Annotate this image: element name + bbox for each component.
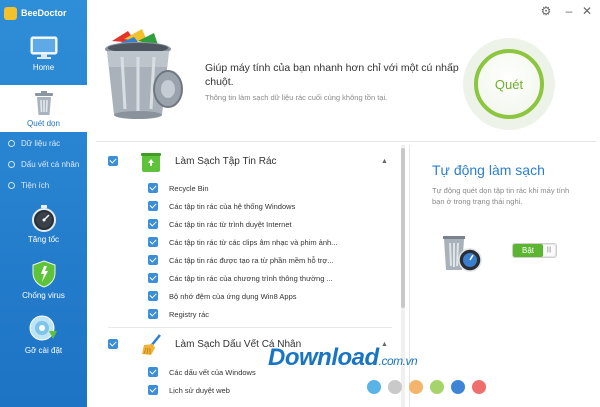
collapse-chevron-icon[interactable]: ▲ [381, 158, 388, 165]
scrollbar-thumb[interactable] [401, 148, 405, 308]
item-checkbox[interactable] [148, 273, 158, 283]
item-label: Lịch sử duyệt web [169, 385, 230, 395]
trash-bin-icon [105, 29, 183, 119]
auto-clean-description: Tự động quét dọn tập tin rác khi máy tín… [432, 186, 570, 206]
auto-clean-title: Tự động làm sạch [432, 162, 545, 178]
list-item[interactable]: Các tập tin rác của hệ thống Windows [148, 197, 295, 215]
section-divider [108, 327, 392, 328]
watermark-text: Download [268, 344, 379, 371]
sidebar-subitem-label: Tiện ích [21, 181, 50, 190]
section-checkbox[interactable] [108, 156, 118, 166]
section-title: Làm Sạch Tập Tin Rác [175, 155, 277, 167]
sidebar-subitem-label: Dấu vết cá nhân [21, 160, 80, 169]
header-divider [96, 141, 596, 142]
dot [430, 380, 444, 394]
item-checkbox[interactable] [148, 201, 158, 211]
sidebar: BeeDoctor Home Quét dọn Dữ liệu rác Dấu … [0, 0, 92, 407]
sidebar-item-speedup[interactable]: Tăng tốc [0, 204, 87, 250]
scan-button[interactable]: Quét [474, 49, 544, 119]
disc-remove-icon [29, 315, 57, 341]
dot [451, 380, 465, 394]
item-checkbox[interactable] [148, 237, 158, 247]
auto-clean-illustration [440, 230, 485, 275]
list-item[interactable]: Các tập tin rác được tạo ra từ phần mềm … [148, 251, 334, 269]
trash-bin-illustration [98, 27, 188, 122]
bee-logo-icon [4, 6, 17, 20]
item-checkbox[interactable] [148, 291, 158, 301]
item-label: Các dấu vết của Windows [169, 367, 256, 377]
trash-timer-icon [443, 236, 482, 272]
headline: Giúp máy tính của bạn nhanh hơn chỉ với … [205, 62, 459, 88]
trash-icon [34, 91, 53, 115]
sidebar-subitem-label: Dữ liệu rác [21, 139, 61, 148]
list-item[interactable]: Recycle Bin [148, 179, 209, 197]
item-checkbox[interactable] [148, 183, 158, 193]
sidebar-item-label: Tăng tốc [27, 235, 60, 244]
close-icon[interactable]: ✕ [581, 5, 593, 17]
item-checkbox[interactable] [148, 367, 158, 377]
sidebar-item-label: Quét dọn [27, 119, 60, 128]
monitor-icon [30, 36, 57, 59]
item-label: Bộ nhớ đệm của ứng dụng Win8 Apps [169, 291, 297, 301]
sidebar-item-cleanup[interactable]: Quét dọn [0, 85, 92, 132]
watermark-logo: Download.com.vn [268, 344, 418, 372]
shield-icon [32, 260, 55, 288]
list-item[interactable]: Lịch sử duyệt web [148, 381, 230, 399]
brand: BeeDoctor [4, 5, 67, 21]
bullet-icon [8, 161, 15, 168]
item-label: Recycle Bin [169, 183, 209, 193]
item-label: Các tập tin rác từ các clips âm nhạc và … [169, 237, 338, 247]
list-item[interactable]: Các tập tin rác của chương trình thông t… [148, 269, 333, 287]
subline: Thông tin làm sạch dữ liệu rác cuối cùng… [205, 93, 388, 102]
recycle-icon [141, 153, 161, 172]
dot [388, 380, 402, 394]
list-item[interactable]: Bộ nhớ đệm của ứng dụng Win8 Apps [148, 287, 297, 305]
item-checkbox[interactable] [148, 255, 158, 265]
sidebar-item-uninstall[interactable]: Gỡ cài đặt [0, 315, 87, 361]
list-item[interactable]: Các dấu vết của Windows [148, 363, 256, 381]
watermark-suffix: .com.vn [378, 354, 418, 368]
sidebar-subitem-utilities[interactable]: Tiện ích [0, 175, 87, 196]
sidebar-subitem-personal-traces[interactable]: Dấu vết cá nhân [0, 154, 87, 175]
list-item[interactable]: Registry rác [148, 305, 209, 323]
item-checkbox[interactable] [148, 309, 158, 319]
toggle-knob: ||| [543, 245, 555, 256]
section-checkbox[interactable] [108, 339, 118, 349]
item-label: Registry rác [169, 309, 210, 319]
dot [472, 380, 486, 394]
stopwatch-icon [31, 205, 56, 232]
sidebar-item-label: Gỡ cài đặt [24, 346, 63, 355]
item-label: Các tập tin rác được tạo ra từ phần mềm … [169, 255, 334, 265]
sidebar-subitem-junk-data[interactable]: Dữ liệu rác [0, 133, 87, 154]
toggle-on-label: Bật [513, 244, 543, 257]
auto-clean-toggle[interactable]: Bật ||| [512, 243, 557, 258]
section-header-junk-files: Làm Sạch Tập Tin Rác ▲ [98, 148, 400, 174]
beedoctor-window: BeeDoctor Home Quét dọn Dữ liệu rác Dấu … [0, 0, 600, 407]
sidebar-item-label: Chống virus [22, 291, 65, 300]
bullet-icon [8, 182, 15, 189]
bullet-icon [8, 140, 15, 147]
minimize-icon[interactable]: – [563, 5, 575, 17]
item-label: Các tập tin rác của hệ thống Windows [169, 201, 296, 211]
item-checkbox[interactable] [148, 219, 158, 229]
broom-icon [142, 334, 161, 355]
dot [367, 380, 381, 394]
sidebar-item-label: Home [32, 63, 55, 72]
item-checkbox[interactable] [148, 385, 158, 395]
list-item[interactable]: Các tập tin rác từ trình duyệt Internet [148, 215, 292, 233]
sidebar-item-antivirus[interactable]: Chống virus [0, 260, 87, 306]
item-label: Các tập tin rác của chương trình thông t… [169, 273, 333, 283]
settings-gear-icon[interactable]: ⚙ [540, 5, 552, 17]
item-label: Các tập tin rác từ trình duyệt Internet [169, 219, 292, 229]
dot [409, 380, 423, 394]
sidebar-item-home[interactable]: Home [0, 36, 87, 78]
list-item[interactable]: Các tập tin rác từ các clips âm nhạc và … [148, 233, 337, 251]
app-name: BeeDoctor [21, 8, 67, 18]
cleanup-submenu: Dữ liệu rác Dấu vết cá nhân Tiện ích [0, 133, 87, 196]
watermark-dots [367, 380, 486, 394]
